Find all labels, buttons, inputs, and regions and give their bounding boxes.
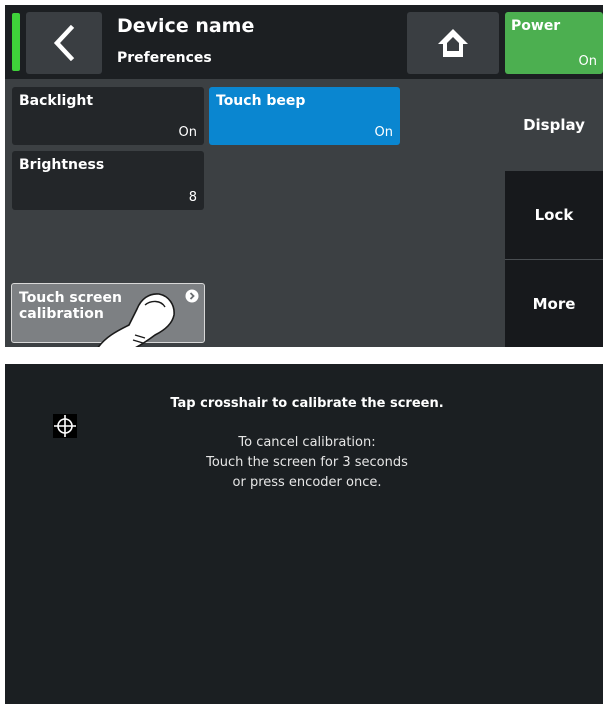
tab-more[interactable]: More: [505, 260, 603, 347]
tab-lock-label: Lock: [534, 206, 574, 224]
backlight-label: Backlight: [19, 93, 94, 109]
brightness-label: Brightness: [19, 157, 105, 173]
backlight-tile[interactable]: Backlight On: [12, 87, 204, 145]
cancel-line: or press encoder once.: [232, 475, 382, 490]
cancel-instructions: To cancel calibration: Touch the screen …: [145, 433, 469, 493]
tab-more-label: More: [532, 294, 576, 313]
tab-lock[interactable]: Lock: [505, 171, 603, 259]
calibration-screen: Tap crosshair to calibrate the screen. T…: [5, 364, 603, 704]
power-label: Power: [511, 18, 561, 34]
top-bar: Device name Preferences Power On: [5, 5, 603, 79]
page-subtitle: Preferences: [117, 50, 212, 66]
tab-display-label: Display: [523, 116, 585, 134]
preferences-screen: Device name Preferences Power On Backlig…: [5, 5, 603, 347]
cancel-line: To cancel calibration:: [238, 435, 376, 450]
tap-hand-icon: [97, 293, 175, 347]
status-led: [12, 13, 20, 71]
power-value: On: [578, 54, 597, 69]
touch-beep-label: Touch beep: [216, 93, 306, 109]
brightness-value: 8: [188, 190, 197, 205]
brightness-tile[interactable]: Brightness 8: [12, 151, 204, 210]
cancel-line: Touch the screen for 3 seconds: [206, 455, 408, 470]
crosshair-icon[interactable]: [53, 414, 77, 438]
touch-beep-tile[interactable]: Touch beep On: [209, 87, 400, 145]
touch-beep-value: On: [374, 125, 393, 140]
back-button[interactable]: [26, 12, 102, 74]
chevron-left-icon: [53, 25, 75, 61]
page-title: Device name: [117, 15, 255, 37]
calibration-instruction: Tap crosshair to calibrate the screen.: [170, 396, 444, 411]
home-button[interactable]: [407, 12, 499, 74]
tab-display[interactable]: Display: [505, 79, 603, 171]
backlight-value: On: [178, 125, 197, 140]
home-icon: [438, 29, 468, 57]
power-button[interactable]: Power On: [505, 12, 603, 74]
